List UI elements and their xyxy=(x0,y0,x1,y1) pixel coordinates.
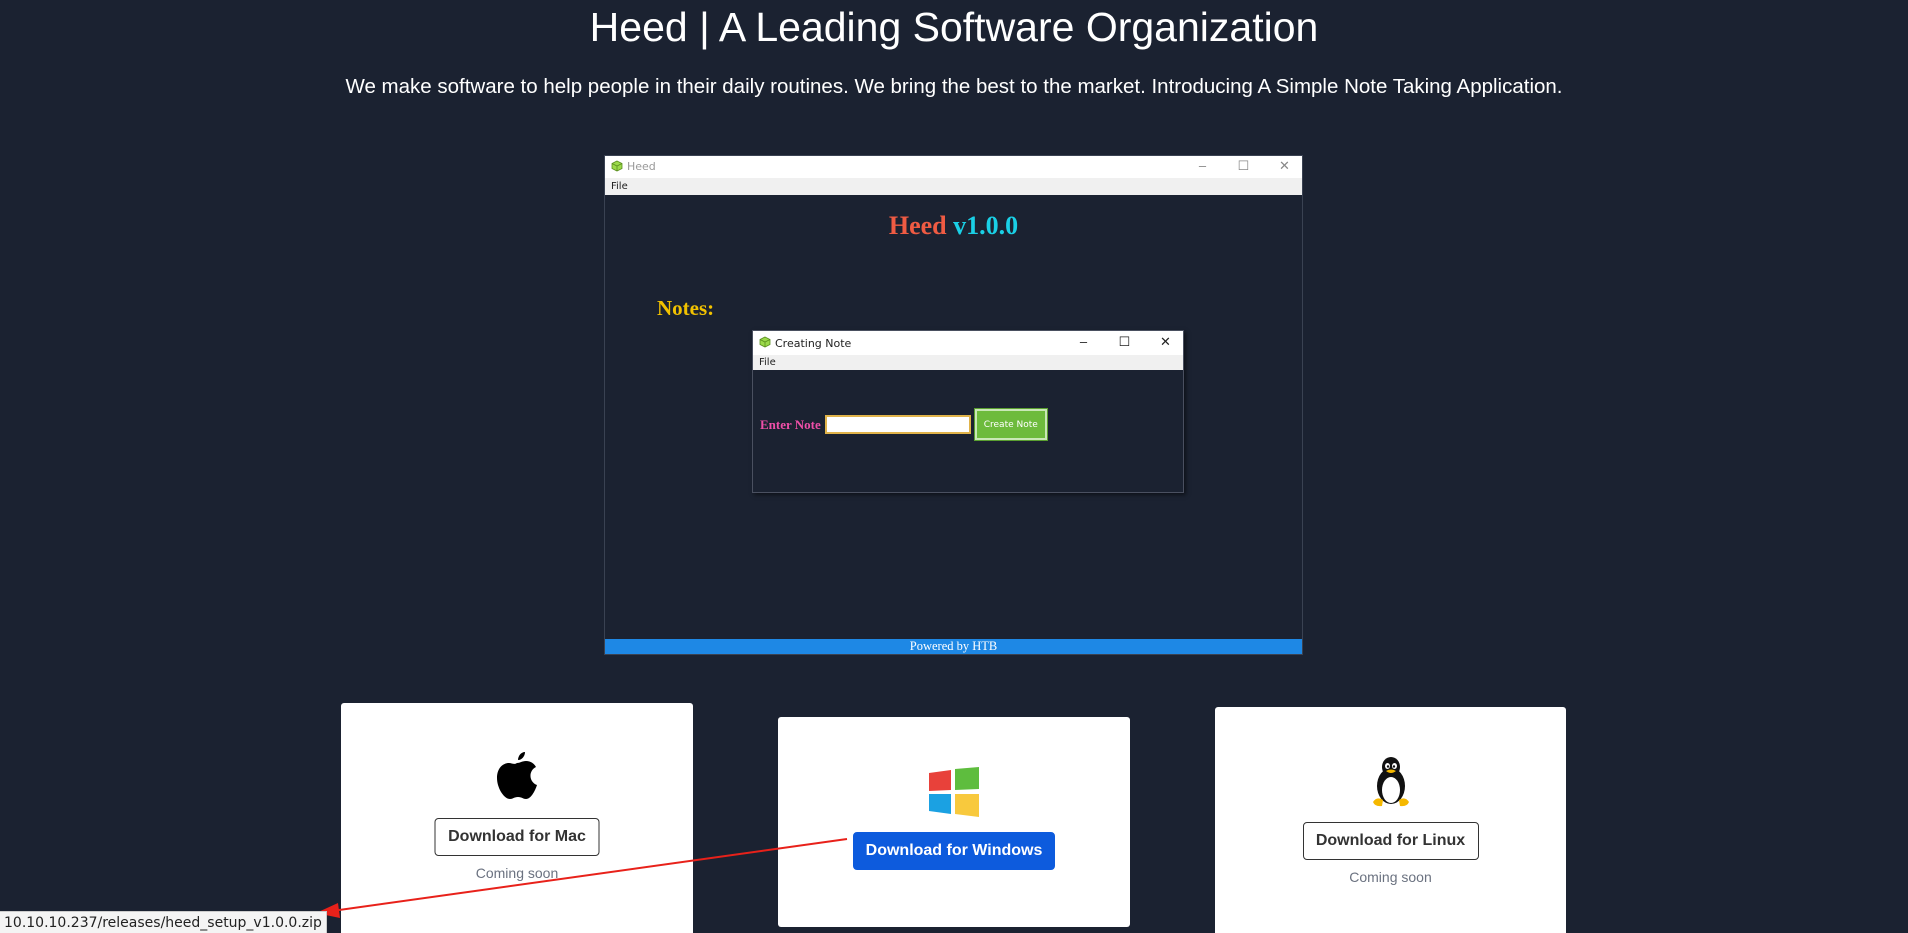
dialog-titlebar: Creating Note – ☐ ✕ xyxy=(753,331,1183,355)
download-linux-button[interactable]: Download for Linux xyxy=(1302,822,1479,860)
notes-label: Notes: xyxy=(657,296,715,320)
download-mac-button[interactable]: Download for Mac xyxy=(434,818,600,856)
download-card-linux: Download for Linux Coming soon xyxy=(1215,707,1566,933)
linux-tux-icon xyxy=(1372,757,1409,807)
download-windows-button[interactable]: Download for Windows xyxy=(853,832,1055,870)
creating-note-dialog: Creating Note – ☐ ✕ File Enter Note Crea… xyxy=(752,330,1184,493)
dialog-title: Creating Note xyxy=(775,337,852,350)
download-card-windows: Download for Windows xyxy=(778,717,1130,927)
app-heading-version: v1.0.0 xyxy=(953,211,1019,240)
dialog-menu-file: File xyxy=(753,355,1183,370)
app-heading-name: Heed xyxy=(888,211,947,240)
download-card-mac: Download for Mac Coming soon xyxy=(341,703,693,933)
close-icon: ✕ xyxy=(1279,158,1290,173)
mac-coming-soon: Coming soon xyxy=(475,865,559,881)
note-input xyxy=(824,415,971,434)
apple-icon xyxy=(497,752,537,799)
heed-cube-icon xyxy=(611,160,623,172)
maximize-icon: ☐ xyxy=(1237,158,1250,173)
app-screenshot-window: Heed – ☐ ✕ File Heed v1.0.0 Notes: Creat… xyxy=(604,155,1303,655)
minimize-icon: – xyxy=(1198,158,1207,173)
app-footer: Powered by HTB xyxy=(605,639,1302,654)
close-icon: ✕ xyxy=(1160,334,1171,349)
minimize-icon: – xyxy=(1079,334,1088,349)
page-title: Heed | A Leading Software Organization xyxy=(589,4,1319,50)
app-menu-file: File xyxy=(605,178,1302,195)
windows-icon xyxy=(929,767,979,817)
heed-cube-icon xyxy=(759,336,771,348)
app-window-title: Heed xyxy=(627,160,656,173)
maximize-icon: ☐ xyxy=(1118,334,1131,349)
page-subtitle: We make software to help people in their… xyxy=(345,75,1563,98)
app-heading: Heed v1.0.0 xyxy=(605,211,1302,241)
app-titlebar: Heed – ☐ ✕ xyxy=(605,156,1302,178)
enter-note-label: Enter Note xyxy=(760,416,821,432)
linux-coming-soon: Coming soon xyxy=(1349,869,1432,885)
status-bar-link-url: 10.10.10.237/releases/heed_setup_v1.0.0.… xyxy=(0,911,327,933)
create-note-button: Create Note xyxy=(973,408,1048,441)
